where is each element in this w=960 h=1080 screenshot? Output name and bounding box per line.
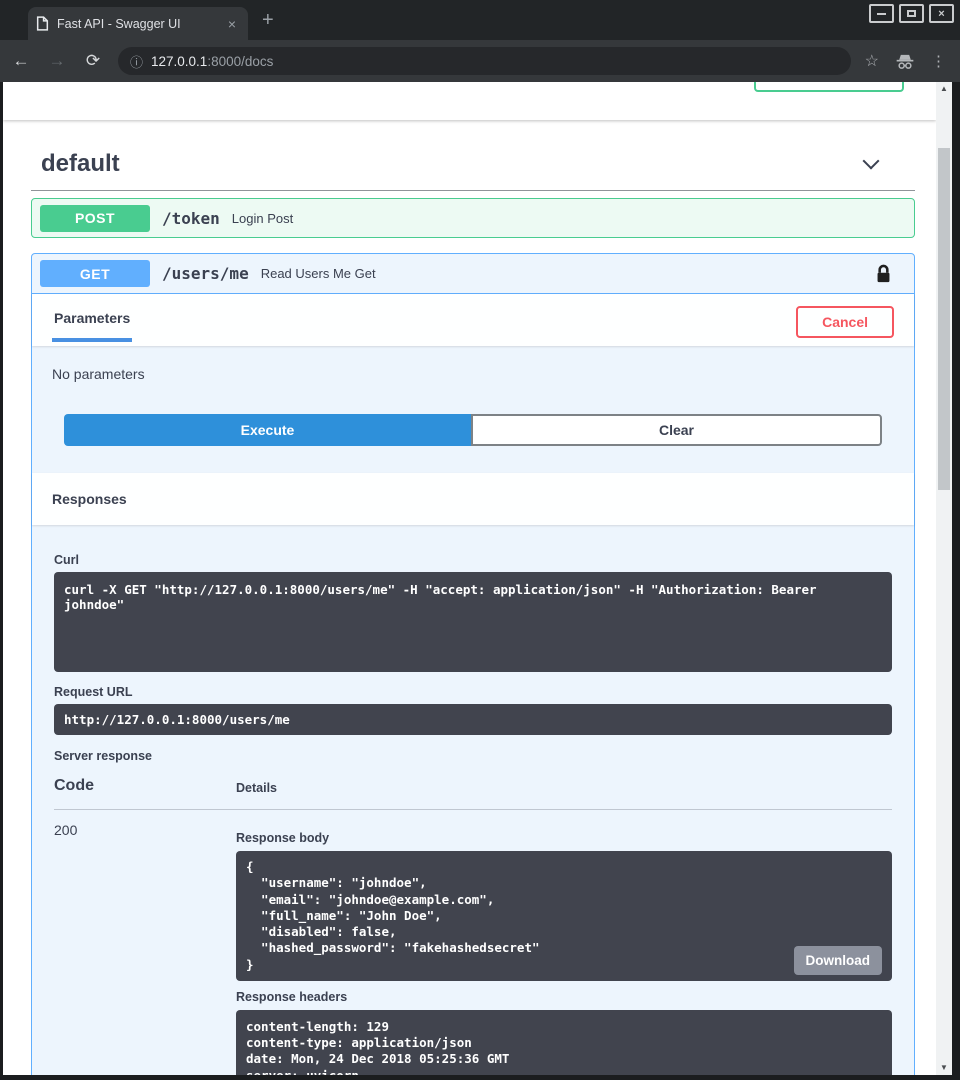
download-button[interactable]: Download	[794, 946, 883, 975]
browser-menu-icon[interactable]: ⋮	[931, 52, 946, 70]
tab-parameters[interactable]: Parameters	[52, 310, 132, 342]
parameters-tab-header: Parameters Cancel	[32, 294, 914, 346]
window-close-button[interactable]: ×	[929, 4, 954, 23]
chevron-down-icon[interactable]	[863, 153, 880, 170]
browser-tab-active[interactable]: Fast API - Swagger UI ×	[28, 7, 248, 40]
reload-icon[interactable]: ⟳	[82, 51, 104, 71]
request-url-text: http://127.0.0.1:8000/users/me	[64, 712, 290, 727]
endpoint-summary: Login Post	[232, 211, 906, 226]
scrollbar-up-arrow[interactable]: ▲	[936, 82, 952, 96]
details-column-header: Details	[236, 781, 277, 795]
endpoint-path: /users/me	[162, 264, 249, 283]
curl-command-block[interactable]: curl -X GET "http://127.0.0.1:8000/users…	[54, 572, 892, 672]
response-body-label: Response body	[236, 831, 892, 845]
authorize-button[interactable]	[754, 82, 904, 92]
new-tab-button[interactable]: +	[262, 10, 274, 30]
tag-section-default[interactable]: default	[31, 120, 915, 190]
response-headers-label: Response headers	[236, 990, 892, 1004]
site-info-icon[interactable]: ⓘ	[130, 52, 143, 71]
curl-label: Curl	[54, 553, 892, 567]
opblock-summary-get[interactable]: GET /users/me Read Users Me Get	[32, 254, 914, 294]
forward-icon[interactable]: →	[46, 51, 68, 71]
response-headers-text: content-length: 129 content-type: applic…	[246, 1019, 882, 1075]
response-table-header: Code Details	[54, 777, 892, 810]
opblock-summary-post[interactable]: POST /token Login Post	[32, 199, 914, 237]
bookmark-star-icon[interactable]: ☆	[865, 51, 879, 71]
window-maximize-button[interactable]	[899, 4, 924, 23]
document-icon	[36, 16, 49, 31]
url-text: 127.0.0.1:8000/docs	[151, 54, 273, 69]
section-title: default	[41, 150, 120, 178]
section-divider	[31, 190, 915, 191]
cancel-button[interactable]: Cancel	[796, 306, 894, 338]
response-body-block: { "username": "johndoe", "email": "johnd…	[236, 851, 892, 981]
status-code: 200	[54, 822, 236, 1075]
tab-title: Fast API - Swagger UI	[57, 17, 216, 31]
clear-button[interactable]: Clear	[471, 414, 882, 446]
server-response-label: Server response	[54, 749, 892, 763]
request-url-block: http://127.0.0.1:8000/users/me	[54, 704, 892, 735]
curl-command-text: curl -X GET "http://127.0.0.1:8000/users…	[64, 582, 817, 612]
page-viewport: default POST /token Login Post GET /user…	[3, 82, 936, 1075]
back-icon[interactable]: ←	[10, 51, 32, 71]
code-column-header: Code	[54, 777, 236, 795]
lock-icon[interactable]	[875, 264, 892, 284]
request-url-label: Request URL	[54, 685, 892, 699]
window-minimize-button[interactable]	[869, 4, 894, 23]
endpoint-path: /token	[162, 209, 220, 228]
address-bar[interactable]: ⓘ 127.0.0.1:8000/docs	[118, 47, 851, 75]
browser-toolbar: ← → ⟳ ⓘ 127.0.0.1:8000/docs ☆ ⋮	[0, 40, 960, 82]
scrollbar-down-arrow[interactable]: ▼	[936, 1061, 952, 1075]
responses-title: Responses	[52, 491, 127, 507]
no-parameters-text: No parameters	[32, 346, 914, 382]
response-body-json: { "username": "johndoe", "email": "johnd…	[246, 859, 882, 973]
browser-tabstrip: Fast API - Swagger UI × + ×	[0, 0, 960, 40]
endpoint-summary: Read Users Me Get	[261, 266, 863, 281]
response-headers-block: content-length: 129 content-type: applic…	[236, 1010, 892, 1075]
responses-section-header: Responses	[32, 473, 914, 525]
response-row-200: 200 Response body { "username": "johndoe…	[54, 810, 892, 1075]
incognito-icon[interactable]	[895, 53, 915, 70]
opblock-get-users-me: GET /users/me Read Users Me Get Paramete…	[31, 253, 915, 1075]
tab-close-icon[interactable]: ×	[224, 16, 240, 32]
scrollbar-thumb[interactable]	[938, 148, 950, 490]
execute-button[interactable]: Execute	[64, 414, 471, 446]
post-method-badge: POST	[40, 205, 150, 232]
scheme-container	[3, 82, 936, 120]
opblock-post-token: POST /token Login Post	[31, 198, 915, 238]
scrollbar[interactable]: ▲ ▼	[936, 82, 952, 1075]
get-method-badge: GET	[40, 260, 150, 287]
